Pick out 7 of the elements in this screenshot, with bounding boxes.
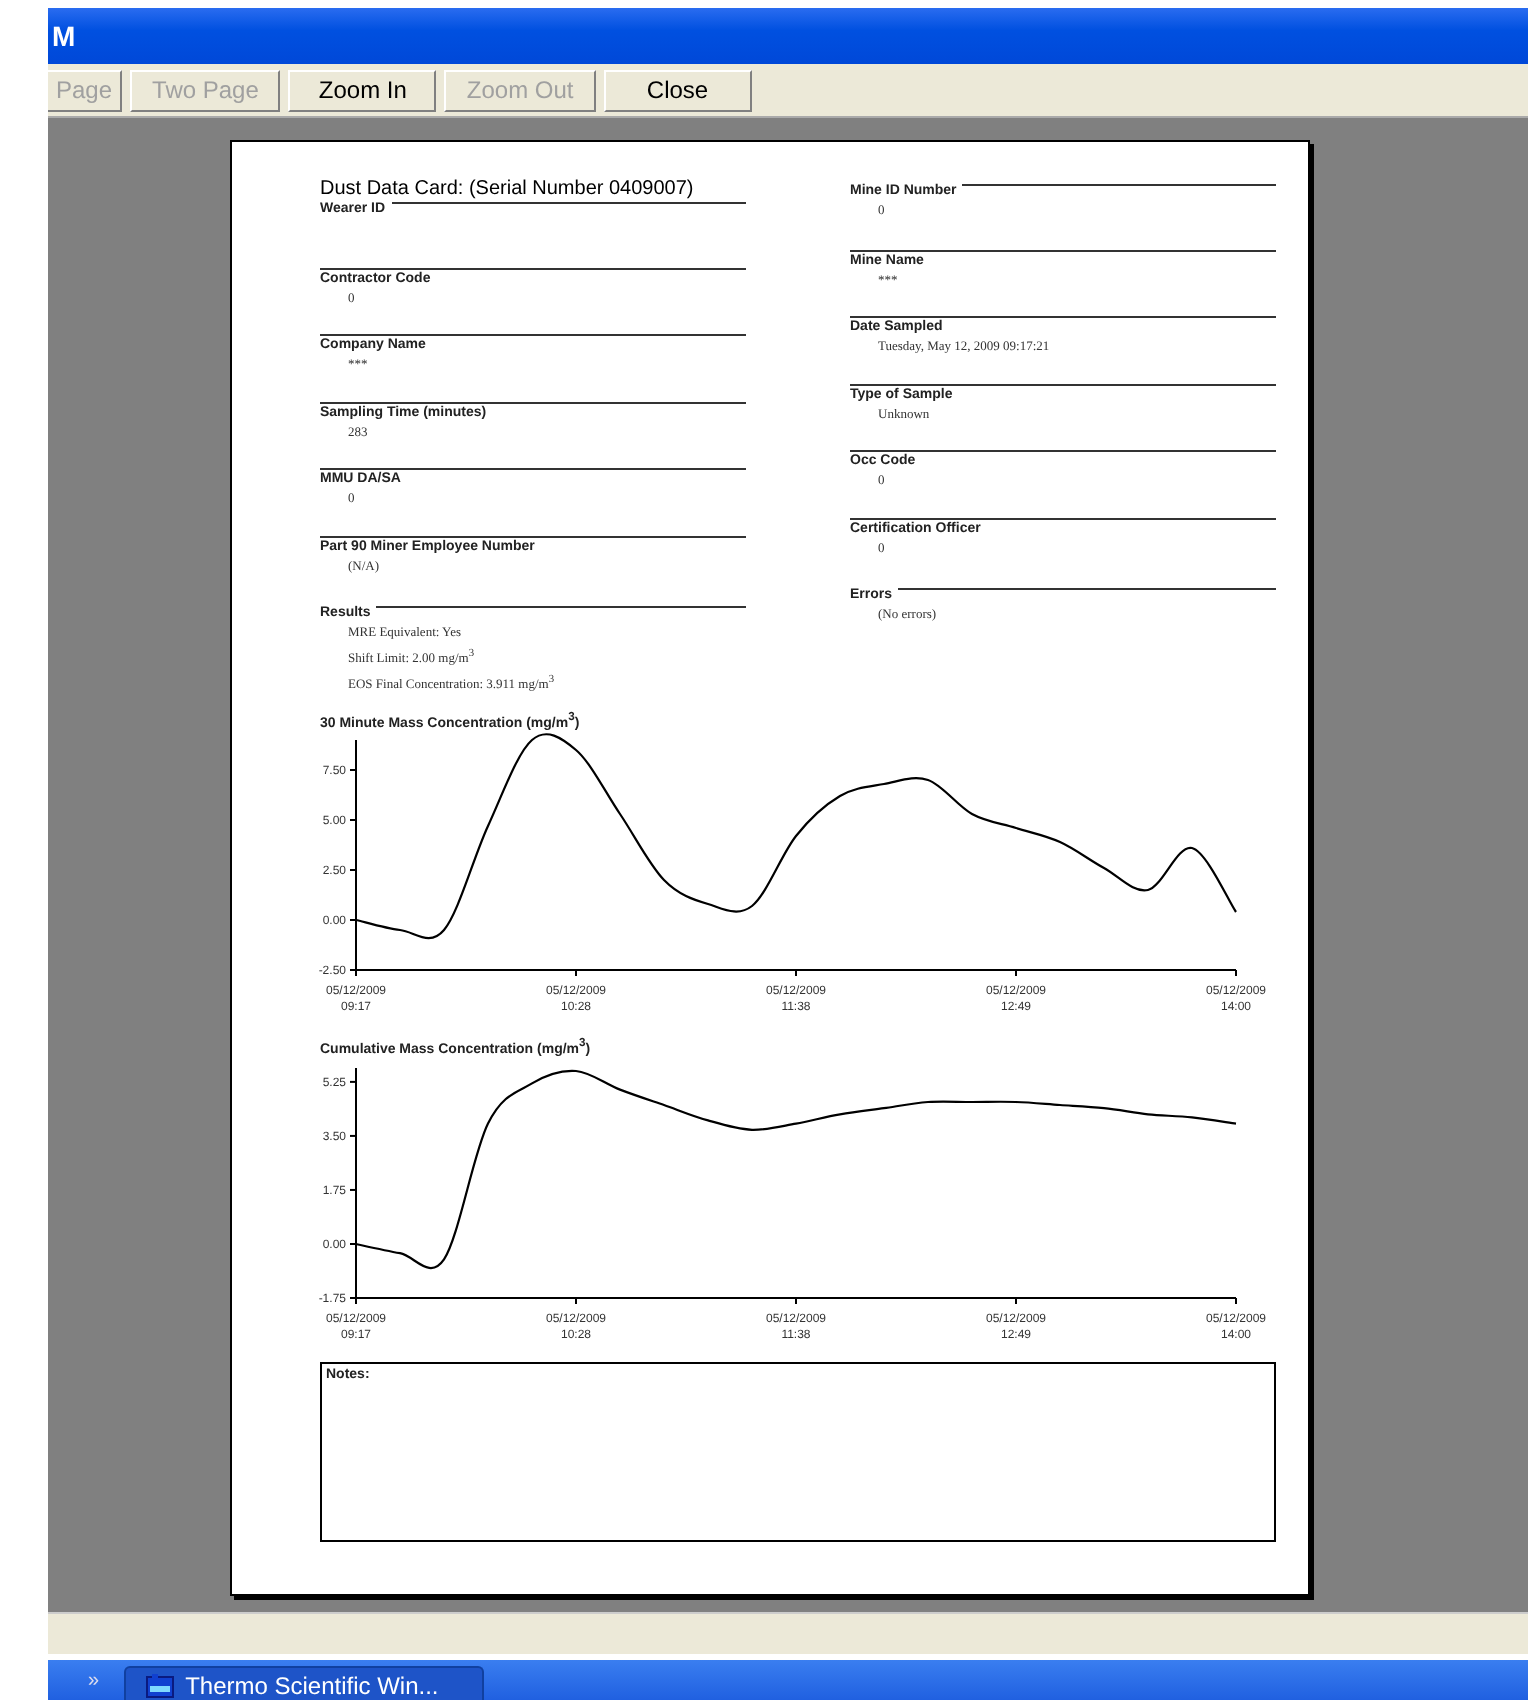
taskbar-button[interactable]: Thermo Scientific Win...: [123, 1666, 484, 1700]
window-title: M: [52, 20, 76, 52]
app-icon: [145, 1674, 174, 1698]
toolbar-button[interactable]: Close: [603, 69, 752, 111]
card-title: Dust Data Card: (Serial Number 0409007): [320, 178, 694, 200]
toolbar-button[interactable]: Zoom In: [288, 69, 437, 111]
expand-button[interactable]: »: [88, 1669, 100, 1691]
